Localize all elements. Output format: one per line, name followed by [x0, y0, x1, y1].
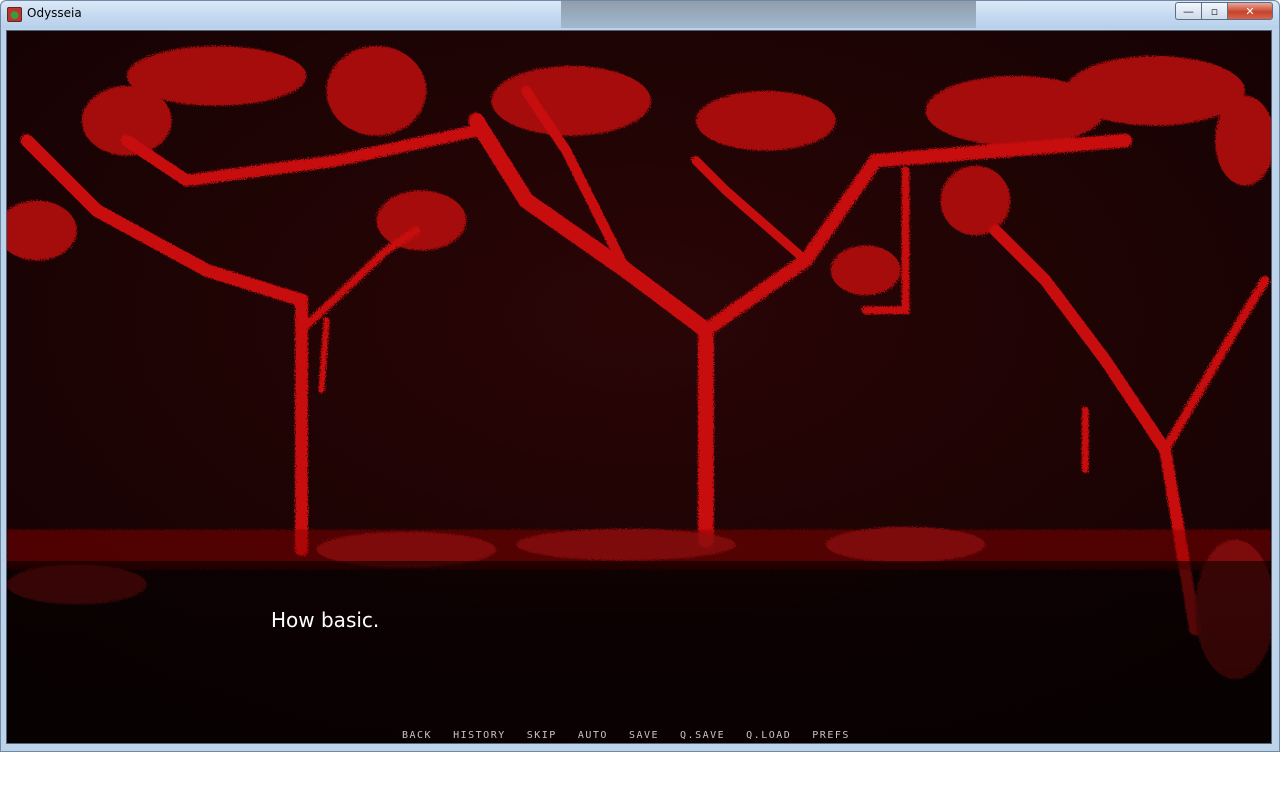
minimize-button[interactable]: —	[1175, 2, 1201, 20]
prefs-button[interactable]: PREFS	[812, 730, 850, 741]
app-icon	[7, 7, 22, 22]
close-icon: ✕	[1245, 4, 1255, 18]
game-window: Odysseia — ▫ ✕ How basic. BACK HISTORY S…	[0, 0, 1280, 752]
window-controls: — ▫ ✕	[1175, 2, 1273, 20]
history-button[interactable]: HISTORY	[453, 730, 506, 741]
maximize-icon: ▫	[1210, 4, 1219, 18]
dialogue-text: How basic.	[271, 608, 380, 632]
game-viewport[interactable]: How basic. BACK HISTORY SKIP AUTO SAVE Q…	[6, 30, 1272, 744]
minimize-icon: —	[1183, 4, 1194, 18]
quick-menu: BACK HISTORY SKIP AUTO SAVE Q.SAVE Q.LOA…	[402, 730, 850, 741]
auto-button[interactable]: AUTO	[578, 730, 608, 741]
window-title: Odysseia	[27, 6, 82, 20]
close-button[interactable]: ✕	[1227, 2, 1273, 20]
skip-button[interactable]: SKIP	[527, 730, 557, 741]
quick-load-button[interactable]: Q.LOAD	[746, 730, 791, 741]
dialogue-box[interactable]	[7, 561, 1271, 743]
back-button[interactable]: BACK	[402, 730, 432, 741]
save-button[interactable]: SAVE	[629, 730, 659, 741]
quick-save-button[interactable]: Q.SAVE	[680, 730, 725, 741]
maximize-button[interactable]: ▫	[1201, 2, 1227, 20]
title-bar[interactable]: Odysseia — ▫ ✕	[1, 1, 1279, 28]
